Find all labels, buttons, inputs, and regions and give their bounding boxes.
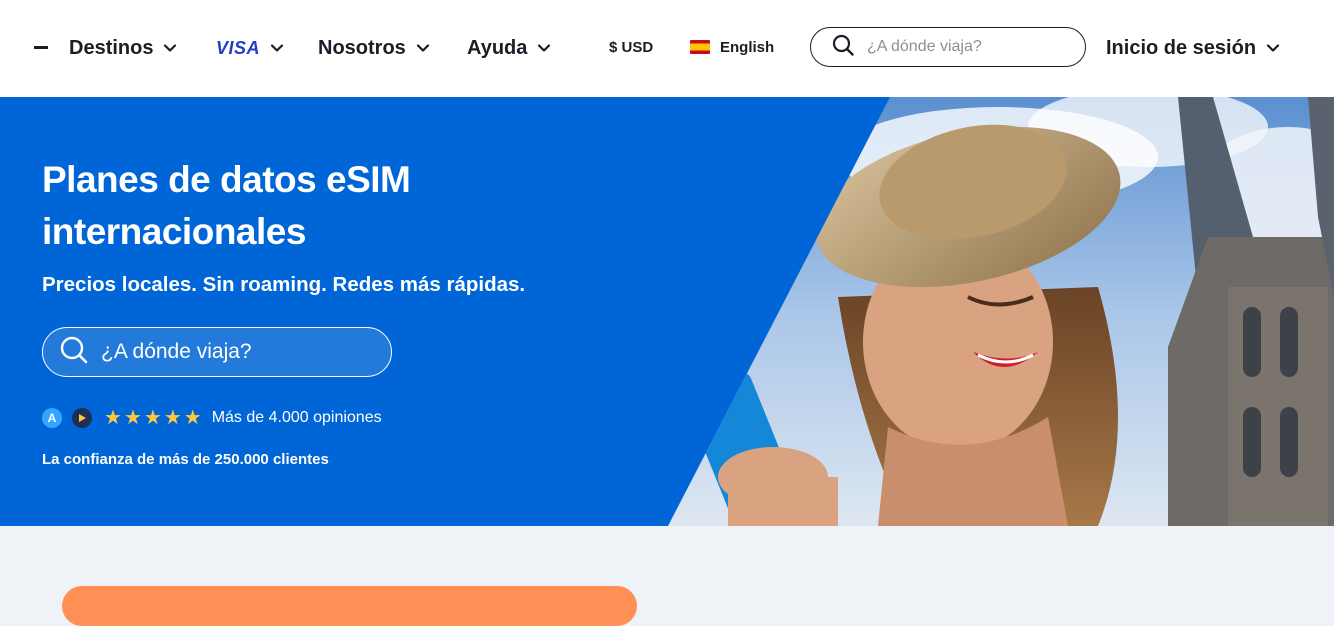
currency-selector[interactable]: $ USD xyxy=(609,36,653,58)
star-icon: ★ xyxy=(123,407,142,429)
language-label: English xyxy=(720,38,775,56)
spain-flag-icon xyxy=(690,40,710,54)
hero-banner: Planes de datos eSIM internacionales Pre… xyxy=(0,97,1334,526)
reviews-count: Más de 4.000 opiniones xyxy=(211,409,382,426)
rating-row: A ★ ★ ★ ★ ★ Más de 4.000 opiniones xyxy=(42,406,382,430)
hero-search-field[interactable] xyxy=(42,327,392,377)
login-menu[interactable]: Inicio de sesión xyxy=(1106,34,1280,62)
currency-label: $ USD xyxy=(609,38,654,56)
star-icon: ★ xyxy=(183,407,202,429)
star-icon: ★ xyxy=(104,407,122,429)
nav-visa[interactable]: VISA xyxy=(216,34,284,62)
nav-destinations[interactable]: Destinos xyxy=(69,34,177,62)
cta-button-partial[interactable] xyxy=(62,586,637,626)
chevron-down-icon xyxy=(270,41,284,55)
rating-stars: ★ ★ ★ ★ ★ xyxy=(104,408,204,428)
top-navigation: Destinos VISA Nosotros Ayuda $ USD Engli… xyxy=(0,0,1334,97)
hero-subtitle: Precios locales. Sin roaming. Redes más … xyxy=(42,273,526,296)
hero-search-input[interactable] xyxy=(101,340,371,364)
search-icon xyxy=(59,335,89,370)
language-selector[interactable]: English xyxy=(690,36,774,58)
menu-dash-icon[interactable] xyxy=(34,46,48,49)
login-label: Inicio de sesión xyxy=(1106,36,1257,59)
chevron-down-icon xyxy=(1266,41,1280,55)
app-store-icon[interactable]: A xyxy=(42,408,62,428)
nav-about[interactable]: Nosotros xyxy=(318,34,430,62)
star-icon: ★ xyxy=(163,407,182,429)
visa-logo: VISA xyxy=(216,37,261,58)
chevron-down-icon xyxy=(416,41,430,55)
search-icon xyxy=(831,33,855,62)
chevron-down-icon xyxy=(537,41,551,55)
trust-statement: La confianza de más de 250.000 clientes xyxy=(42,451,329,468)
star-icon: ★ xyxy=(143,407,162,429)
hero-title: Planes de datos eSIM internacionales xyxy=(42,159,411,252)
nav-destinations-label: Destinos xyxy=(69,36,154,59)
nav-help-label: Ayuda xyxy=(467,36,528,59)
google-play-icon[interactable] xyxy=(72,408,92,428)
nav-search-field[interactable] xyxy=(810,27,1086,67)
hero-photo-traveler xyxy=(668,97,1334,526)
nav-search-input[interactable] xyxy=(867,38,1067,56)
chevron-down-icon xyxy=(163,41,177,55)
nav-about-label: Nosotros xyxy=(318,36,406,59)
nav-help[interactable]: Ayuda xyxy=(467,34,551,62)
